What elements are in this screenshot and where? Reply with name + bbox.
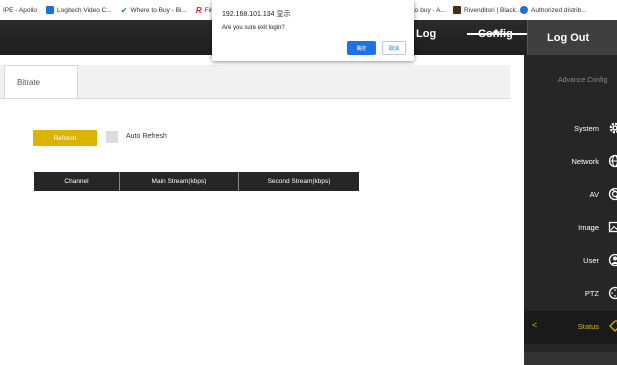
dialog-title: 192.168.101.134 显示	[222, 11, 291, 18]
bookmark-label: Rivenditori | Black...	[464, 6, 522, 14]
bookmark-favicon-icon	[45, 6, 54, 14]
sidebar-item-user[interactable]: User	[524, 245, 617, 278]
bookmark-label: Logitech Video C...	[56, 6, 112, 14]
column-header-channel: Channel	[34, 172, 120, 191]
bookmark-label: to buy - A...	[413, 6, 446, 14]
bookmark-label: Where to Buy - Bi...	[130, 6, 187, 14]
bookmark-item[interactable]: ✔ Where to Buy - Bi...	[121, 6, 187, 15]
sidebar-item-ptz[interactable]: PTZ	[524, 278, 617, 311]
sidebar-item-status[interactable]: < Status	[524, 311, 617, 344]
sidebar: Advance Config System Network AV Image U…	[524, 55, 617, 365]
bookmark-item[interactable]: Authorized distrib...	[520, 6, 587, 14]
nav-log[interactable]: Log	[416, 28, 436, 40]
dialog-ok-button[interactable]: 确定	[347, 41, 376, 55]
sidebar-item-label: AV	[589, 190, 599, 199]
sidebar-item-av[interactable]: AV	[524, 179, 617, 212]
user-icon	[608, 253, 617, 267]
sidebar-item-label: PTZ	[584, 289, 599, 298]
tab-label: Bitrate	[17, 78, 41, 87]
sidebar-item-image[interactable]: Image	[524, 212, 617, 245]
refresh-button[interactable]: Refresh	[33, 130, 97, 146]
r-favicon-icon: R	[195, 5, 202, 15]
ptz-icon	[608, 286, 617, 300]
logout-button[interactable]: Log Out	[527, 20, 617, 55]
globe-icon	[608, 154, 617, 168]
sidebar-item-label: Network	[571, 157, 599, 166]
auto-refresh-label: Auto Refresh	[126, 133, 167, 140]
panel-divider	[0, 98, 510, 99]
tab-bitrate[interactable]: Bitrate	[4, 65, 78, 99]
nav-active-underline	[467, 33, 529, 35]
camera-lens-icon	[608, 187, 617, 201]
bookmark-label: Authorized distrib...	[531, 6, 587, 14]
sidebar-item-label: Status	[577, 322, 599, 331]
checkmark-favicon-icon: ✔	[120, 5, 128, 15]
bitrate-table-header: Channel Main Stream(kbps) Second Stream(…	[34, 172, 359, 191]
column-header-main-stream: Main Stream(kbps)	[120, 172, 239, 191]
auto-refresh-checkbox[interactable]	[106, 131, 118, 143]
bookmark-item[interactable]: IPE - Apollo	[3, 7, 37, 14]
main-content: Bitrate Refresh Auto Refresh Channel Mai…	[0, 55, 524, 365]
bookmark-item[interactable]: to buy - A...	[413, 7, 446, 14]
logout-label: Log Out	[547, 31, 590, 44]
dialog-cancel-button[interactable]: 取消	[382, 41, 406, 55]
column-header-second-stream: Second Stream(kbps)	[267, 178, 331, 185]
bookmark-item[interactable]: Rivenditori | Black...	[453, 6, 521, 14]
refresh-label: Refresh	[53, 134, 77, 142]
sidebar-title: Advance Config	[558, 77, 608, 84]
dialog-message: Are you sure exit login?	[222, 25, 285, 31]
sidebar-item-system[interactable]: System	[524, 113, 617, 146]
sidebar-item-label: System	[573, 124, 599, 133]
sidebar-footer	[524, 352, 617, 365]
sidebar-item-label: User	[583, 256, 599, 265]
chevron-left-icon: <	[532, 320, 538, 330]
tag-icon	[609, 320, 617, 332]
confirm-dialog: 192.168.101.134 显示 Are you sure exit log…	[212, 0, 414, 61]
bookmark-favicon-icon	[520, 6, 528, 14]
bookmark-item[interactable]: Logitech Video C...	[45, 6, 112, 14]
bookmark-label: IPE - Apollo	[3, 6, 37, 14]
sidebar-item-label: Image	[578, 223, 599, 232]
picture-icon	[608, 221, 617, 233]
bookmark-favicon-icon	[453, 6, 461, 14]
sidebar-item-network[interactable]: Network	[524, 146, 617, 179]
gear-icon	[609, 122, 617, 134]
